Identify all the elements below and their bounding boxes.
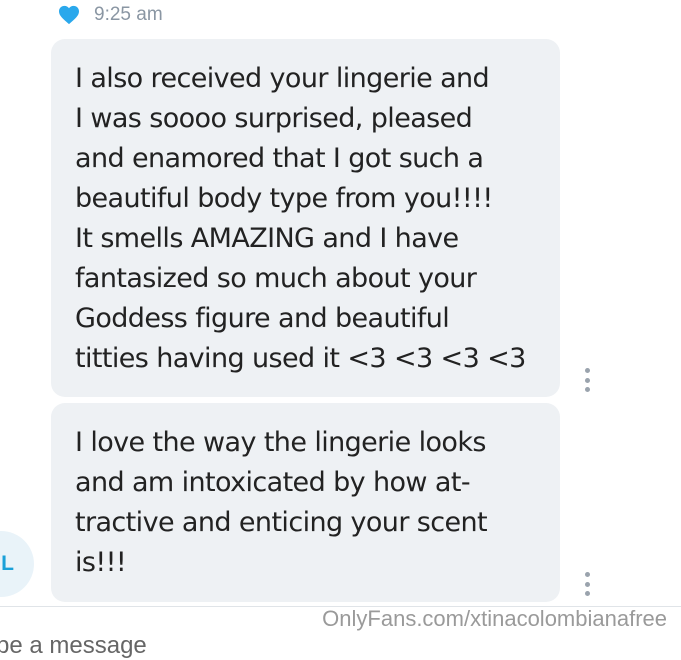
watermark: OnlyFans.com/xtinacolombianafree bbox=[322, 606, 667, 631]
message-line: is!!! bbox=[75, 547, 127, 578]
message-meta: 9:25 am bbox=[58, 0, 163, 30]
message-line: titties having used it <3 <3 <3 <3 bbox=[75, 343, 526, 374]
message-line: I love the way the lingerie looks bbox=[75, 427, 486, 458]
more-options-icon[interactable] bbox=[580, 368, 594, 392]
message-line: Goddess figure and beautiful bbox=[75, 303, 450, 334]
message-line: beautiful body type from you!!!! bbox=[75, 183, 493, 214]
message-line: I was soooo surprised, pleased bbox=[75, 103, 473, 134]
avatar-initial: L bbox=[1, 552, 14, 575]
more-options-icon[interactable] bbox=[580, 572, 594, 596]
message-bubble: I also received your lingerie and I was … bbox=[51, 39, 560, 397]
message-line: fantasized so much about your bbox=[75, 263, 477, 294]
message-time: 9:25 am bbox=[94, 4, 163, 25]
message-line: It smells AMAZING and I have bbox=[75, 223, 459, 254]
message-input[interactable]: pe a message bbox=[0, 632, 147, 660]
message-line: and enamored that I got such a bbox=[75, 143, 484, 174]
message-bubble: I love the way the lingerie looks and am… bbox=[51, 403, 560, 602]
heart-icon[interactable] bbox=[58, 5, 80, 25]
avatar[interactable]: L bbox=[0, 531, 34, 597]
message-line: I also received your lingerie and bbox=[75, 63, 490, 94]
message-line: and am intoxicated by how at- bbox=[75, 467, 471, 498]
message-line: tractive and enticing your scent bbox=[75, 507, 488, 538]
